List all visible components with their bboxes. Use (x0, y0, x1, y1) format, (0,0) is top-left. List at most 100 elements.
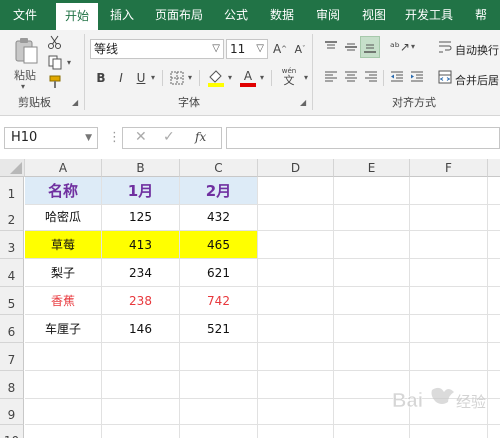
borders-icon[interactable] (168, 69, 186, 87)
cell-a10[interactable] (25, 425, 102, 438)
tab-home[interactable]: 开始 (56, 3, 98, 30)
increase-font-size-icon[interactable]: A ^ (272, 39, 288, 59)
row-header-6[interactable]: 6 (0, 315, 24, 343)
cell-e5[interactable] (334, 287, 410, 315)
resize-handle-icon[interactable]: ⋮ (108, 130, 122, 145)
font-name-select[interactable]: 等线 ▽ (90, 39, 224, 59)
cell-e1[interactable] (334, 177, 410, 205)
orientation-icon[interactable]: ᵃᵇ↗ (390, 38, 410, 56)
fill-color-icon[interactable] (206, 67, 226, 89)
tab-page-layout[interactable]: 页面布局 (148, 0, 210, 30)
cell-g7[interactable] (488, 343, 500, 371)
tab-review[interactable]: 审阅 (308, 0, 348, 30)
format-painter-icon[interactable] (46, 74, 64, 90)
cell-g4[interactable] (488, 259, 500, 287)
cell-a4[interactable]: 梨子 (25, 259, 102, 287)
cell-e2[interactable] (334, 203, 410, 231)
cell-e4[interactable] (334, 259, 410, 287)
cell-a8[interactable] (25, 371, 102, 399)
select-all-corner[interactable] (0, 159, 25, 177)
font-color-dropdown-icon[interactable]: ▾ (260, 73, 264, 82)
row-header-1[interactable]: 1 (0, 177, 24, 205)
cell-c9[interactable] (180, 399, 258, 425)
row-header-7[interactable]: 7 (0, 343, 24, 371)
cell-e3[interactable] (334, 231, 410, 259)
column-header-d[interactable]: D (258, 159, 334, 177)
tab-developer[interactable]: 开发工具 (398, 0, 460, 30)
cell-e10[interactable] (334, 425, 410, 438)
decrease-indent-icon[interactable] (388, 68, 406, 86)
font-color-icon[interactable]: A (238, 67, 258, 89)
cell-c3[interactable]: 465 (180, 231, 258, 259)
underline-icon[interactable]: U (134, 69, 148, 87)
cell-g6[interactable] (488, 315, 500, 343)
cell-g10[interactable] (488, 425, 500, 438)
cell-b8[interactable] (102, 371, 180, 399)
row-header-3[interactable]: 3 (0, 231, 24, 259)
align-right-icon[interactable] (362, 68, 380, 86)
cell-g5[interactable] (488, 287, 500, 315)
align-center-icon[interactable] (342, 68, 360, 86)
cell-a9[interactable] (25, 399, 102, 425)
cell-b3[interactable]: 413 (102, 231, 180, 259)
cut-icon[interactable] (46, 34, 64, 50)
row-header-10[interactable]: 10 (0, 425, 24, 438)
top-align-icon[interactable] (322, 38, 340, 56)
increase-indent-icon[interactable] (408, 68, 426, 86)
paste-label[interactable]: 粘贴 (14, 67, 36, 83)
cell-d10[interactable] (258, 425, 334, 438)
cell-c5[interactable]: 742 (180, 287, 258, 315)
cell-e6[interactable] (334, 315, 410, 343)
copy-icon[interactable] (46, 54, 64, 70)
row-header-8[interactable]: 8 (0, 371, 24, 399)
cell-a3[interactable]: 草莓 (25, 231, 102, 259)
cell-c1[interactable]: 2月 (180, 177, 258, 205)
enter-icon[interactable]: ✓ (163, 129, 175, 145)
insert-function-icon[interactable]: fx (195, 130, 206, 144)
cell-d5[interactable] (258, 287, 334, 315)
decrease-font-size-icon[interactable]: Aˇ (292, 39, 308, 59)
column-header-f[interactable]: F (410, 159, 488, 177)
paste-dropdown-icon[interactable]: ▾ (21, 82, 25, 91)
clipboard-launcher-icon[interactable]: ◢ (72, 98, 78, 107)
cell-d2[interactable] (258, 203, 334, 231)
column-header-e[interactable]: E (334, 159, 410, 177)
cancel-icon[interactable]: ✕ (135, 129, 147, 145)
cell-b1[interactable]: 1月 (102, 177, 180, 205)
tab-help[interactable]: 帮 (466, 0, 496, 30)
cell-f4[interactable] (410, 259, 488, 287)
copy-dropdown-icon[interactable]: ▾ (67, 58, 71, 67)
cell-c6[interactable]: 521 (180, 315, 258, 343)
row-header-2[interactable]: 2 (0, 203, 24, 231)
cell-c7[interactable] (180, 343, 258, 371)
name-box[interactable]: H10 ▼ (4, 127, 98, 149)
cell-b9[interactable] (102, 399, 180, 425)
cell-c2[interactable]: 432 (180, 203, 258, 231)
font-launcher-icon[interactable]: ◢ (300, 98, 306, 107)
italic-icon[interactable]: I (114, 69, 128, 87)
column-header-a[interactable]: A (25, 159, 102, 177)
cell-g1[interactable] (488, 177, 500, 205)
cell-a7[interactable] (25, 343, 102, 371)
formula-input[interactable] (226, 127, 500, 149)
cell-a1[interactable]: 名称 (25, 177, 102, 205)
wrap-text-label[interactable]: 自动换行 (455, 42, 499, 58)
tab-insert[interactable]: 插入 (102, 0, 142, 30)
font-size-select[interactable]: 11 ▽ (226, 39, 268, 59)
paste-icon[interactable] (10, 36, 42, 66)
cell-b2[interactable]: 125 (102, 203, 180, 231)
cell-f7[interactable] (410, 343, 488, 371)
fill-color-dropdown-icon[interactable]: ▾ (228, 73, 232, 82)
cell-f3[interactable] (410, 231, 488, 259)
tab-file[interactable]: 文件 (2, 0, 48, 30)
row-header-5[interactable]: 5 (0, 287, 24, 315)
wrap-text-icon[interactable] (436, 38, 454, 56)
tab-view[interactable]: 视图 (354, 0, 394, 30)
row-header-4[interactable]: 4 (0, 259, 24, 287)
underline-dropdown-icon[interactable]: ▾ (151, 73, 155, 82)
cell-e7[interactable] (334, 343, 410, 371)
middle-align-icon[interactable] (342, 38, 360, 56)
cell-g3[interactable] (488, 231, 500, 259)
cell-d7[interactable] (258, 343, 334, 371)
borders-dropdown-icon[interactable]: ▾ (188, 73, 192, 82)
